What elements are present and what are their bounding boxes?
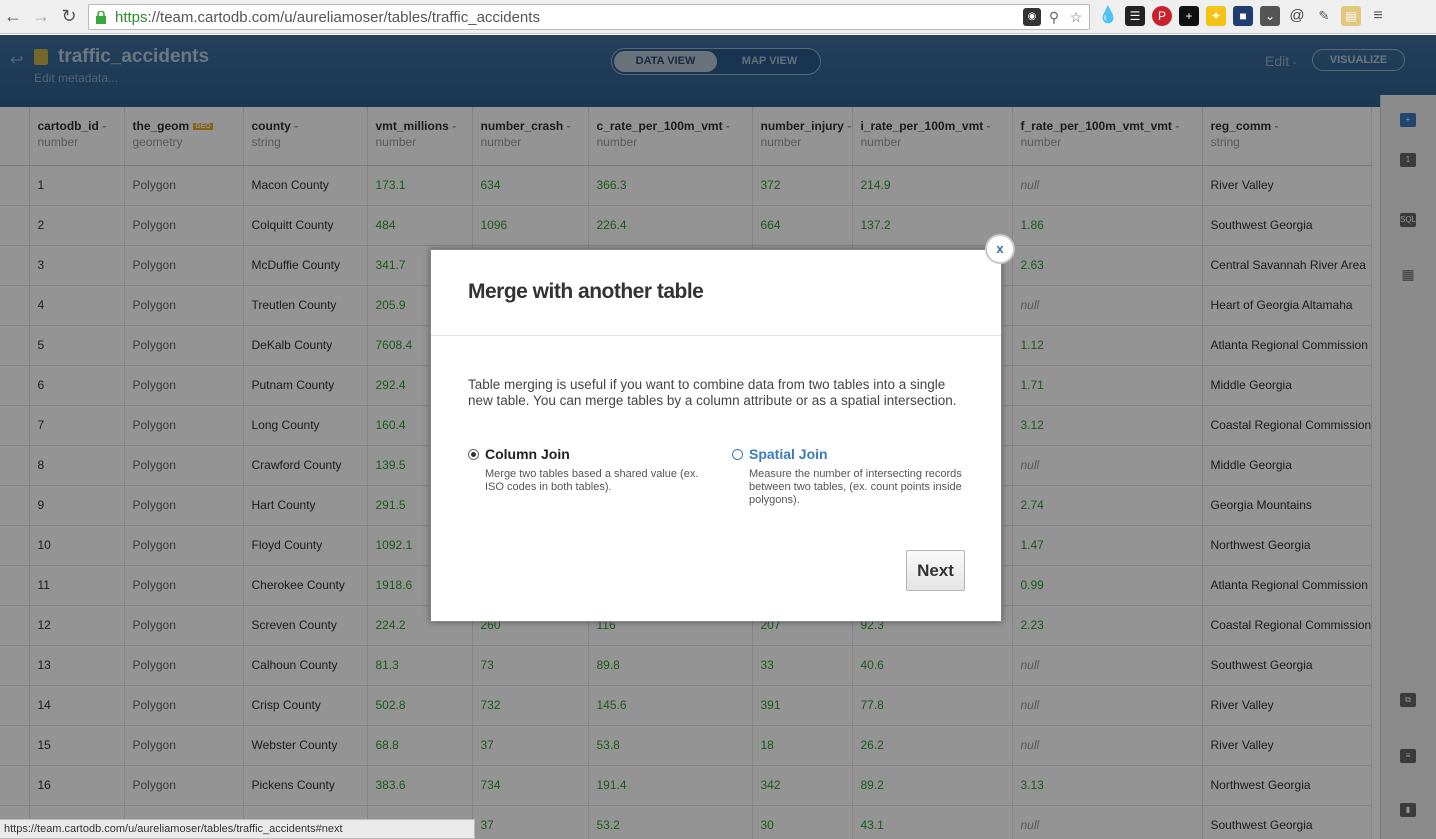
spatial-join-description: Measure the number of intersecting recor… [749,468,962,506]
next-button[interactable]: Next [906,550,965,591]
reload-icon[interactable]: ↻ [58,5,80,27]
browser-toolbar: ← → ↻ https://team.cartodb.com/u/aurelia… [0,0,1436,34]
lock-icon [96,11,106,24]
padlock-icon[interactable]: ■ [1233,6,1253,26]
eyedropper-icon[interactable]: ✎ [1314,6,1334,26]
forward-arrow-icon[interactable]: → [30,5,52,27]
star-icon[interactable]: ☆ [1067,8,1085,26]
camera-icon[interactable]: ◉ [1023,8,1041,26]
menu-icon[interactable]: ≡ [1368,6,1388,26]
address-bar[interactable]: https://team.cartodb.com/u/aureliamoser/… [88,4,1090,30]
at-icon[interactable]: @ [1287,6,1307,26]
pinterest-icon[interactable]: P [1152,6,1172,26]
url-text: https://team.cartodb.com/u/aureliamoser/… [115,9,540,26]
divider [431,335,1001,336]
search-icon[interactable]: ⚲ [1045,8,1063,26]
spatial-join-radio[interactable] [732,449,743,460]
dialog-description: Table merging is useful if you want to c… [468,377,957,408]
column-join-radio[interactable] [468,449,479,460]
status-url: https://team.cartodb.com/u/aureliamoser/… [0,819,475,839]
column-join-description: Merge two tables based a shared value (e… [485,468,699,493]
note-icon[interactable]: ▤ [1341,6,1361,26]
drop-icon[interactable]: 💧 [1098,6,1118,26]
plus-icon[interactable]: + [1179,6,1199,26]
pocket-icon[interactable]: ⌄ [1260,6,1280,26]
back-arrow-icon[interactable]: ← [2,5,24,27]
dialog-title: Merge with another table [468,280,704,303]
column-join-title[interactable]: Column Join [485,446,570,462]
merge-dialog: Merge with another table Table merging i… [430,249,1002,622]
spatial-join-title[interactable]: Spatial Join [749,446,828,462]
layers-icon[interactable]: ☰ [1125,6,1145,26]
close-icon[interactable]: x [985,234,1015,264]
sparkle-icon[interactable]: ✦ [1206,6,1226,26]
